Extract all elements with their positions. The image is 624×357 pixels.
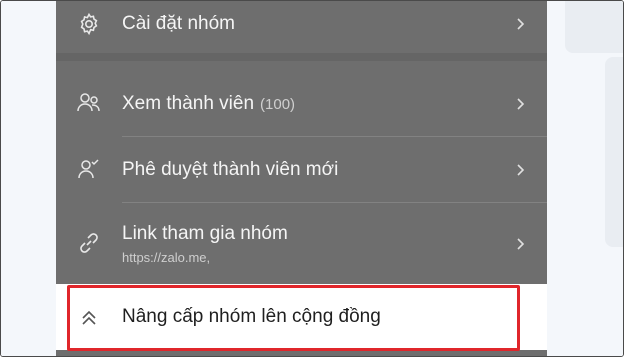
- menu-item-label: Phê duyệt thành viên mới: [122, 159, 339, 180]
- menu-item-label: Link tham gia nhóm: [122, 223, 288, 244]
- join-link-url: https://zalo.me,: [122, 250, 211, 265]
- chevron-right-icon: [517, 164, 525, 176]
- chevron-right-icon: [517, 18, 525, 30]
- highlight-annotation-box: [67, 285, 520, 351]
- link-icon: [76, 230, 102, 256]
- menu-item-group-settings[interactable]: Cài đặt nhóm: [56, 1, 547, 47]
- person-check-icon: [76, 156, 102, 182]
- member-count: (100): [260, 96, 296, 113]
- members-label: Xem thành viên: [122, 93, 255, 114]
- bottom-overlay-strip: [56, 350, 547, 356]
- right-card: [565, 1, 623, 53]
- screenshot-frame: Cài đặt nhóm Xem thành viên (100) Phê du…: [0, 0, 624, 357]
- right-side-card: [605, 57, 623, 247]
- gear-icon: [76, 11, 102, 37]
- chevron-right-icon: [517, 98, 525, 110]
- menu-item-view-members[interactable]: Xem thành viên (100): [56, 71, 547, 135]
- menu-item-label: Cài đặt nhóm: [122, 13, 236, 34]
- menu-item-approve-members[interactable]: Phê duyệt thành viên mới: [56, 137, 547, 201]
- left-background: [1, 1, 56, 356]
- chevron-right-icon: [517, 238, 525, 250]
- menu-item-label: Xem thành viên (100): [122, 93, 295, 115]
- menu-item-join-link[interactable]: Link tham gia nhóm https://zalo.me,: [56, 203, 547, 281]
- people-icon: [76, 90, 102, 116]
- section-divider: [56, 53, 547, 61]
